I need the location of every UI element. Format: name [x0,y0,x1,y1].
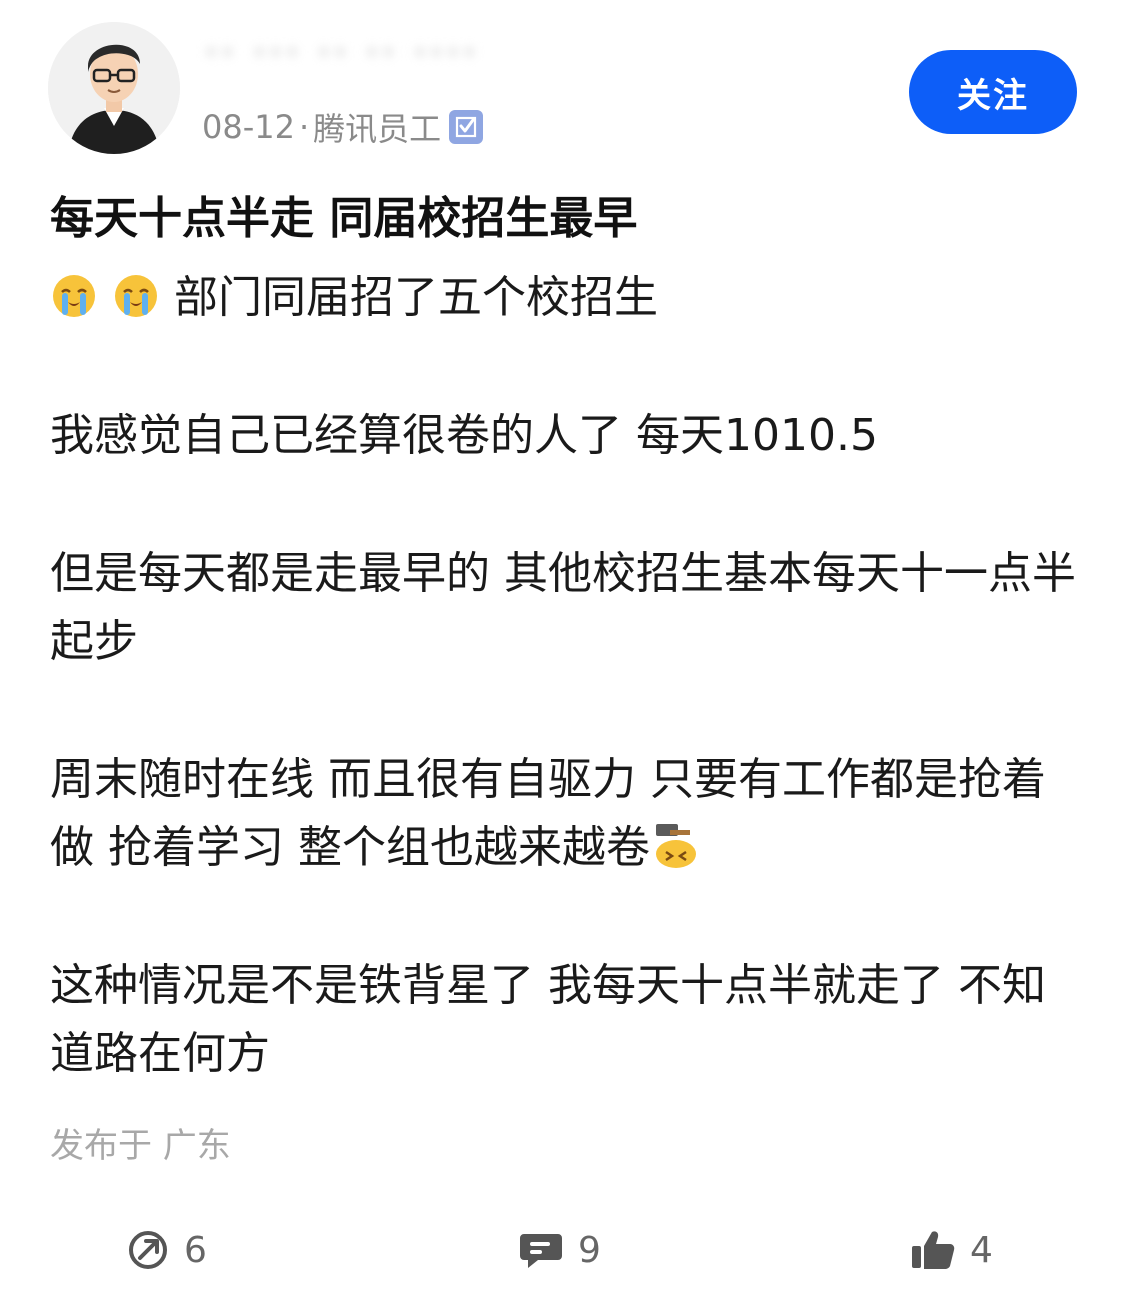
crying-face-emoji [112,272,160,320]
meta-separator: · [298,108,310,146]
hammer-hit-head-emoji [650,822,698,870]
post-paragraph-5: 这种情况是不是铁背星了 我每天十点半就走了 不知道路在何方 [50,960,1046,1079]
share-button[interactable]: 6 [126,1210,207,1290]
share-count: 6 [184,1229,207,1271]
post-content: 每天十点半走 同届校招生最早 部门同届招了五个校招生 我感觉自己已经算很卷的人了… [50,186,1080,1088]
thumbs-up-icon [910,1228,956,1272]
post-paragraph-4: 周末随时在线 而且很有自驱力 只要有工作都是抢着做 抢着学习 整个组也越来越卷 [50,746,1080,882]
post-meta: 08-12 · 腾讯员工 [202,104,484,150]
post-paragraph-4-text: 周末随时在线 而且很有自驱力 只要有工作都是抢着做 抢着学习 整个组也越来越卷 [50,754,1046,873]
comment-button[interactable]: 9 [518,1210,601,1290]
company-tag: 腾讯员工 [313,110,442,148]
comment-count: 9 [578,1229,601,1271]
post-paragraph-3: 但是每天都是走最早的 其他校招生基本每天十一点半起步 [50,548,1076,667]
comment-icon [518,1228,564,1272]
share-icon [126,1228,170,1272]
post-paragraph-1-text: 部门同届招了五个校招生 [174,272,658,323]
like-button[interactable]: 4 [910,1210,993,1290]
verified-check-icon [449,110,484,144]
post-paragraph-2: 我感觉自己已经算很卷的人了 每天1010.5 [50,410,878,461]
author-name[interactable]: ·· ··· ·· ·· ···· [204,30,479,74]
post-location: 发布于 广东 [50,1126,231,1166]
crying-face-emoji [50,272,98,320]
follow-button[interactable]: 关注 [909,50,1077,134]
avatar-illustration [48,22,180,154]
avatar[interactable] [48,22,180,154]
post-title: 每天十点半走 同届校招生最早 [50,193,638,244]
post-header: ·· ··· ·· ·· ···· 08-12 · 腾讯员工 关注 [0,0,1125,170]
like-count: 4 [970,1229,993,1271]
post-paragraph-1: 部门同届招了五个校招生 [50,264,1080,332]
post-date: 08-12 [202,108,295,146]
action-bar: 6 9 4 [0,1210,1125,1290]
